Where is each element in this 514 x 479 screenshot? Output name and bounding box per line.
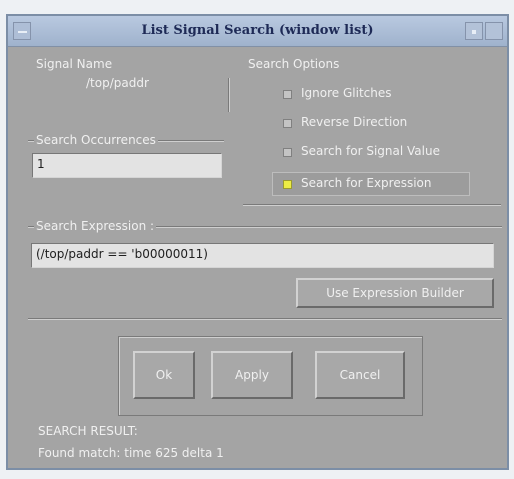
cancel-button[interactable]: Cancel	[315, 351, 405, 399]
group-divider	[228, 78, 230, 112]
search-signal-value-option[interactable]: Search for Signal Value	[273, 141, 469, 163]
ignore-glitches-label: Ignore Glitches	[301, 86, 392, 100]
title-bar[interactable]: List Signal Search (window list)	[8, 16, 507, 47]
search-result-heading: SEARCH RESULT:	[38, 424, 138, 438]
apply-button[interactable]: Apply	[211, 351, 293, 399]
options-group-border	[243, 204, 501, 206]
maximize-icon[interactable]	[485, 22, 503, 40]
reverse-direction-option[interactable]: Reverse Direction	[273, 112, 469, 134]
search-result-text: Found match: time 625 delta 1	[38, 446, 224, 460]
expression-group-bottom	[28, 318, 502, 320]
search-occurrences-input[interactable]: 1	[32, 153, 222, 178]
signal-name-value: /top/paddr	[86, 76, 149, 90]
ignore-glitches-option[interactable]: Ignore Glitches	[273, 83, 469, 105]
use-expression-builder-button[interactable]: Use Expression Builder	[296, 278, 494, 308]
reverse-direction-label: Reverse Direction	[301, 115, 408, 129]
minimize-icon[interactable]	[465, 22, 483, 40]
search-expression-input[interactable]: (/top/paddr == 'b00000011)	[31, 243, 494, 268]
search-expression-option-label: Search for Expression	[301, 176, 432, 190]
ignore-glitches-checkbox[interactable]	[283, 90, 292, 99]
signal-name-label: Signal Name	[36, 57, 113, 71]
search-occurrences-label: Search Occurrences	[34, 133, 158, 147]
ok-button[interactable]: Ok	[133, 351, 195, 399]
search-expression-checkbox[interactable]	[283, 180, 292, 189]
reverse-direction-checkbox[interactable]	[283, 119, 292, 128]
window-title: List Signal Search (window list)	[141, 23, 374, 38]
search-expression-option[interactable]: Search for Expression	[272, 172, 470, 196]
search-signal-value-checkbox[interactable]	[283, 148, 292, 157]
search-signal-value-label: Search for Signal Value	[301, 144, 440, 158]
list-signal-search-dialog: List Signal Search (window list) Signal …	[6, 14, 509, 470]
search-options-label: Search Options	[248, 57, 340, 71]
search-expression-label: Search Expression :	[34, 219, 157, 233]
